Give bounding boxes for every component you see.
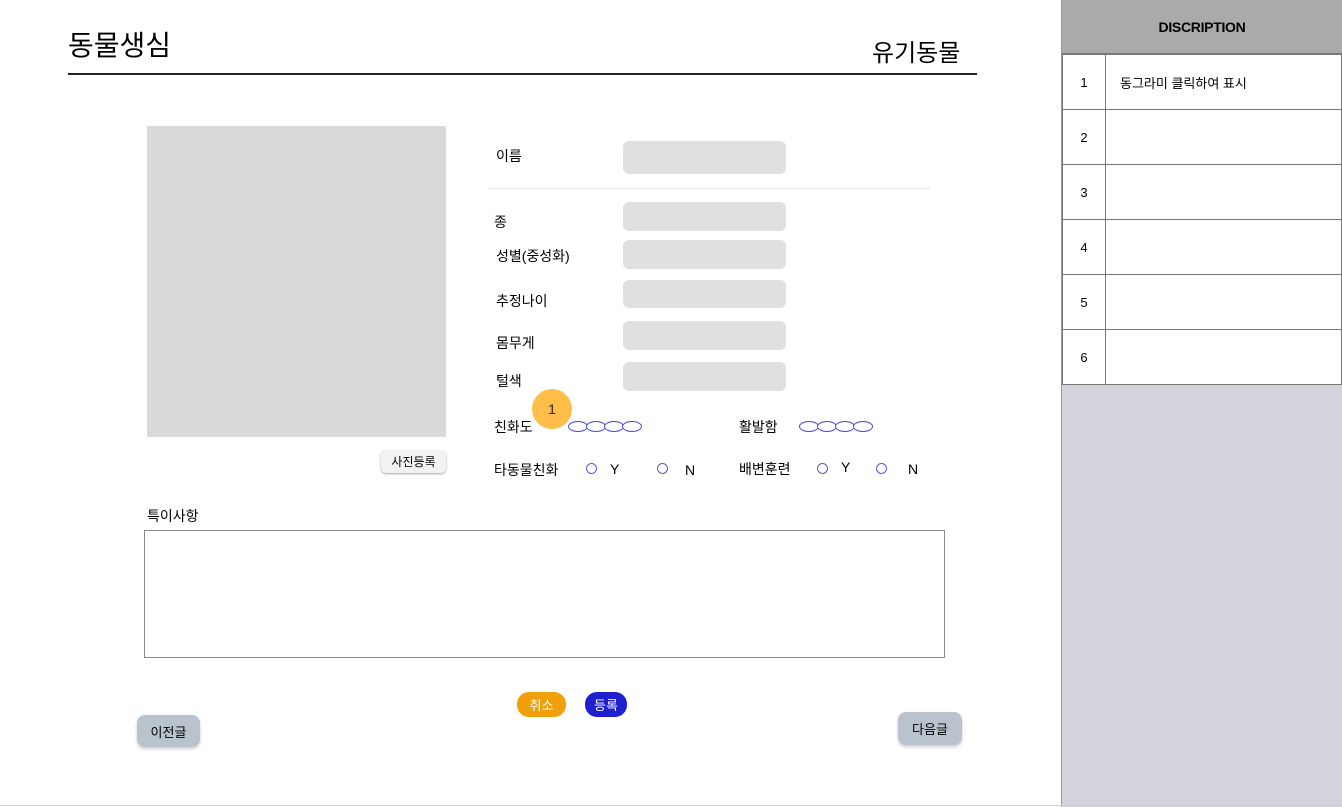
- description-row: 4: [1062, 219, 1342, 275]
- row-text: [1105, 274, 1342, 330]
- form-divider: [488, 188, 931, 189]
- row-text: [1105, 219, 1342, 275]
- description-table: 1 동그라미 클릭하여 표시 2 3 4 5 6: [1062, 54, 1342, 385]
- row-number: 4: [1062, 219, 1106, 275]
- row-number: 2: [1062, 109, 1106, 165]
- description-row: 1 동그라미 클릭하여 표시: [1062, 54, 1342, 110]
- description-title: DISCRIPTION: [1062, 0, 1342, 54]
- sex-label: 성별(중성화): [496, 248, 570, 264]
- photo-upload-button[interactable]: 사진등록: [381, 450, 446, 473]
- other-animals-no-label: N: [685, 462, 696, 478]
- prev-post-button[interactable]: 이전글: [137, 715, 200, 747]
- species-input[interactable]: [623, 202, 786, 231]
- description-row: 5: [1062, 274, 1342, 330]
- color-input[interactable]: [623, 362, 786, 391]
- activity-label: 활발함: [739, 419, 778, 435]
- row-number: 5: [1062, 274, 1106, 330]
- row-text: [1105, 164, 1342, 220]
- rating-circle[interactable]: [568, 421, 588, 432]
- color-label: 털색: [496, 373, 522, 389]
- cancel-button[interactable]: 취소: [517, 692, 566, 717]
- notes-textarea[interactable]: [144, 530, 945, 658]
- description-row: 3: [1062, 164, 1342, 220]
- friendliness-label: 친화도: [494, 419, 533, 435]
- row-text: [1105, 329, 1342, 385]
- weight-input[interactable]: [623, 321, 786, 350]
- row-text: 동그라미 클릭하여 표시: [1105, 54, 1342, 110]
- species-label: 종: [494, 214, 507, 230]
- potty-no-label: N: [908, 461, 919, 477]
- rating-circle[interactable]: [604, 421, 624, 432]
- notes-label: 특이사항: [147, 508, 199, 524]
- row-number: 6: [1062, 329, 1106, 385]
- next-post-button[interactable]: 다음글: [898, 712, 962, 745]
- potty-yes-radio[interactable]: [817, 463, 828, 474]
- name-input[interactable]: [623, 141, 786, 174]
- submit-button[interactable]: 등록: [585, 692, 627, 717]
- bottom-divider: [0, 805, 1342, 806]
- header-divider: [68, 73, 977, 75]
- row-number: 3: [1062, 164, 1106, 220]
- other-animals-yes-radio[interactable]: [586, 463, 597, 474]
- main-content: 동물생심 유기동물 사진등록 이름 종 성별(중성화) 추정나이 몸무게 털색 …: [0, 0, 1061, 807]
- row-text: [1105, 109, 1342, 165]
- brand-title[interactable]: 동물생심: [68, 24, 171, 64]
- other-animals-label: 타동물친화: [494, 462, 559, 478]
- sex-input[interactable]: [623, 240, 786, 269]
- other-animals-no-radio[interactable]: [657, 463, 668, 474]
- friendliness-rating: [568, 421, 642, 432]
- activity-rating: [799, 421, 873, 432]
- description-row: 6: [1062, 329, 1342, 385]
- rating-circle[interactable]: [853, 421, 873, 432]
- rating-circle[interactable]: [817, 421, 837, 432]
- potty-yes-label: Y: [841, 459, 851, 475]
- rating-circle[interactable]: [622, 421, 642, 432]
- age-label: 추정나이: [496, 293, 548, 309]
- potty-no-radio[interactable]: [876, 463, 887, 474]
- rating-circle[interactable]: [586, 421, 606, 432]
- name-label: 이름: [496, 148, 522, 164]
- weight-label: 몸무게: [496, 335, 535, 351]
- age-input[interactable]: [623, 280, 786, 308]
- other-animals-yes-label: Y: [610, 461, 620, 477]
- rating-circle[interactable]: [799, 421, 819, 432]
- page-category: 유기동물: [872, 40, 961, 67]
- annotation-marker: 1: [532, 389, 572, 429]
- photo-placeholder: [147, 126, 446, 437]
- description-row: 2: [1062, 109, 1342, 165]
- potty-training-label: 배변훈련: [739, 461, 791, 477]
- description-panel: DISCRIPTION 1 동그라미 클릭하여 표시 2 3 4 5 6: [1061, 0, 1342, 807]
- row-number: 1: [1062, 54, 1106, 110]
- rating-circle[interactable]: [835, 421, 855, 432]
